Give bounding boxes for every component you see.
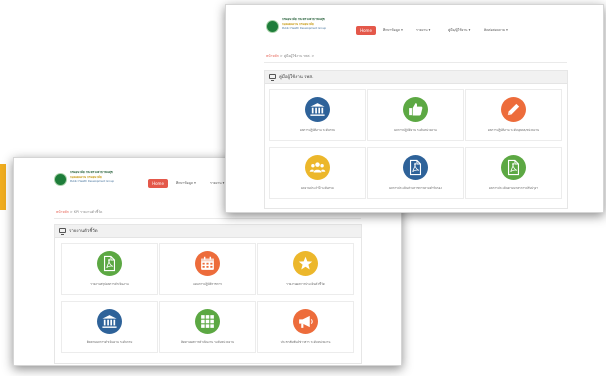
logo-line1: กรมอนามัย กระทรวงสาธารณสุข xyxy=(70,170,113,174)
tile-label: ติดตามผลการดำเนินงาน ระดับหน่วยงาน xyxy=(181,340,234,344)
divider xyxy=(54,218,361,219)
tile-label: ผลการปฏิบัติงาน ระดับหน่วยงาน xyxy=(394,128,437,132)
nav-item-report[interactable]: รายงาน ▾ xyxy=(210,181,224,186)
tile-pdf[interactable]: รายงานสรุปผลการดำเนินงาน xyxy=(61,243,158,295)
panel-header: รายงานตัวชี้วัด xyxy=(55,225,361,238)
emblem-icon xyxy=(54,173,67,186)
logo-line3: Public Health Development Group xyxy=(282,27,327,30)
logo-line2: กองแผนงาน กรมอนามัย xyxy=(282,22,314,26)
megaphone-icon xyxy=(293,309,318,334)
tile-star[interactable]: รายงานผลการประเมินตัวชี้วัด xyxy=(257,243,354,295)
bank-icon xyxy=(305,97,330,122)
tile-label: ผลงานประจำปี ระดับกรม xyxy=(301,186,334,190)
nav-item-manual[interactable]: คู่มือ/ผู้ใช้งาน ▾ xyxy=(448,28,470,33)
pdf-icon xyxy=(403,155,428,180)
tile-label: ประชาสัมพันธ์ข่าวสาร ระดับหน่วยงาน xyxy=(280,340,331,344)
tile-label: ติดตามผลการดำเนินงาน ระดับกรม xyxy=(86,340,133,344)
users-icon xyxy=(305,155,330,180)
emblem-icon xyxy=(266,20,279,33)
breadcrumb-trail: > คู่มือผู้ใช้งาน รพส. > xyxy=(278,54,315,58)
tile-calendar[interactable]: แผนการปฏิบัติราชการ xyxy=(159,243,256,295)
pencil-icon xyxy=(501,97,526,122)
screenshot-front: กรมอนามัย กระทรวงสาธารณสุข กองแผนงาน กรม… xyxy=(225,4,604,213)
breadcrumb-home-link[interactable]: หน้าหลัก xyxy=(266,54,279,58)
breadcrumb: หน้าหลัก > KPI รายงานตัวชี้วัด xyxy=(56,210,102,215)
nav-item-contact[interactable]: ติดต่อสอบถาม ▾ xyxy=(484,28,508,33)
tile-label: แผนการปฏิบัติราชการ xyxy=(192,282,223,286)
star-icon xyxy=(293,251,318,276)
divider xyxy=(264,62,567,63)
thumbs-up-icon xyxy=(403,97,428,122)
tile-pdf[interactable]: ผลการประเมินตามมาตรการปรับปรุงฯ xyxy=(465,147,562,199)
grid-icon xyxy=(195,309,220,334)
panel-title: รายงานตัวชี้วัด xyxy=(69,229,98,234)
tile-grid[interactable]: ติดตามผลการดำเนินงาน ระดับหน่วยงาน xyxy=(159,301,256,353)
tile-thumbs-up[interactable]: ผลการปฏิบัติงาน ระดับหน่วยงาน xyxy=(367,89,464,141)
tile-label: ผลการประเมินส่วนราชการตามคำรับรอง xyxy=(389,186,442,190)
tile-pdf[interactable]: ผลการประเมินส่วนราชการตามคำรับรอง xyxy=(367,147,464,199)
indicator-report-panel: รายงานตัวชี้วัด รายงานสรุปผลการดำเนินงาน… xyxy=(54,224,362,364)
header: กรมอนามัย กระทรวงสาธารณสุข กองแผนงาน กรม… xyxy=(226,5,603,47)
tile-pencil[interactable]: ผลการปฏิบัติงาน ระดับบุคคล/หน่วยงาน xyxy=(465,89,562,141)
nav-item-study[interactable]: ศึกษาข้อมูล ▾ xyxy=(176,181,196,186)
bank-icon xyxy=(97,309,122,334)
tile-users[interactable]: ผลงานประจำปี ระดับกรม xyxy=(269,147,366,199)
pdf-icon xyxy=(97,251,122,276)
tile-label: ผลการปฏิบัติงาน ระดับกรม xyxy=(299,128,336,132)
nav-item-study[interactable]: ศึกษาข้อมูล ▾ xyxy=(383,28,403,33)
yellow-accent-bar xyxy=(0,164,6,210)
panel-header: คู่มือผู้ใช้งาน รพส. xyxy=(265,71,567,84)
logo-line2: กองแผนงาน กรมอนามัย xyxy=(70,175,102,179)
calendar-icon xyxy=(195,251,220,276)
logo: กรมอนามัย กระทรวงสาธารณสุข กองแผนงาน กรม… xyxy=(54,170,128,190)
tile-label: ผลการประเมินตามมาตรการปรับปรุงฯ xyxy=(489,186,538,190)
tile-label: รายงานผลการประเมินตัวชี้วัด xyxy=(286,282,325,286)
breadcrumb-trail: > KPI รายงานตัวชี้วัด xyxy=(68,210,103,214)
monitor-icon xyxy=(59,228,66,235)
monitor-icon xyxy=(269,74,276,81)
tile-bank[interactable]: ผลการปฏิบัติงาน ระดับกรม xyxy=(269,89,366,141)
nav-item-report[interactable]: รายงาน ▾ xyxy=(416,28,430,33)
home-button[interactable]: Home xyxy=(148,179,168,188)
logo-line3: Public Health Development Group xyxy=(70,180,115,183)
panel-title: คู่มือผู้ใช้งาน รพส. xyxy=(279,75,314,80)
logo-line1: กรมอนามัย กระทรวงสาธารณสุข xyxy=(282,17,325,21)
breadcrumb-home-link[interactable]: หน้าหลัก xyxy=(56,210,69,214)
tile-label: รายงานสรุปผลการดำเนินงาน xyxy=(90,282,129,286)
logo: กรมอนามัย กระทรวงสาธารณสุข กองแผนงาน กรม… xyxy=(266,17,340,37)
home-button[interactable]: Home xyxy=(356,26,376,35)
pdf-icon xyxy=(501,155,526,180)
tile-label: ผลการปฏิบัติงาน ระดับบุคคล/หน่วยงาน xyxy=(487,128,540,132)
tile-megaphone[interactable]: ประชาสัมพันธ์ข่าวสาร ระดับหน่วยงาน xyxy=(257,301,354,353)
breadcrumb: หน้าหลัก > คู่มือผู้ใช้งาน รพส. > xyxy=(266,54,314,59)
tile-bank[interactable]: ติดตามผลการดำเนินงาน ระดับกรม xyxy=(61,301,158,353)
user-manual-panel: คู่มือผู้ใช้งาน รพส. ผลการปฏิบัติงาน ระด… xyxy=(264,70,568,209)
